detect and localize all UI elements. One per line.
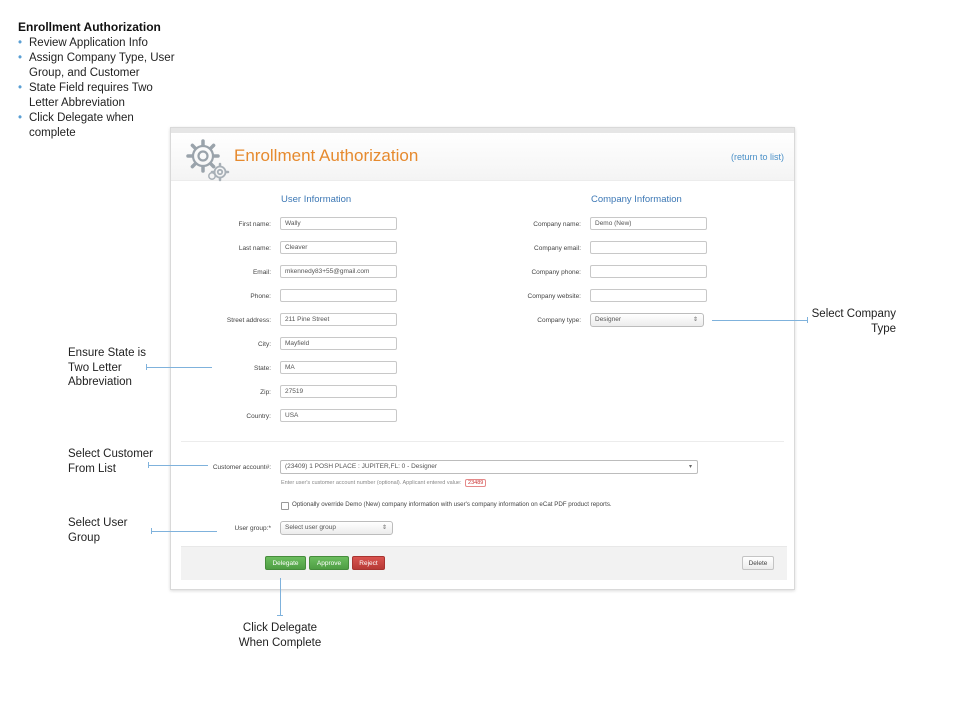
override-checkbox[interactable] bbox=[281, 502, 289, 510]
page-title: Enrollment Authorization bbox=[234, 146, 419, 165]
first-name-input[interactable] bbox=[280, 217, 397, 230]
annotation-delegate: Click Delegate When Complete bbox=[238, 622, 322, 649]
app-header: Enrollment Authorization (return to list… bbox=[171, 133, 794, 182]
delegate-button[interactable]: Delegate bbox=[265, 556, 306, 570]
chevron-down-icon: ▾ bbox=[688, 464, 692, 470]
customer-account-help: Enter user's customer account number (op… bbox=[281, 479, 487, 487]
email-input[interactable] bbox=[280, 265, 397, 278]
company-email-input[interactable] bbox=[590, 241, 707, 254]
customer-help-text: Enter user's customer account number (op… bbox=[281, 480, 462, 486]
company-website-label: Company website: bbox=[527, 293, 581, 300]
annotation-line bbox=[712, 320, 808, 321]
state-input[interactable] bbox=[280, 361, 397, 374]
annotation-state: Ensure State is Two Letter Abbreviation bbox=[68, 347, 146, 388]
annotation-customer: Select Customer From List bbox=[68, 448, 154, 475]
section-divider bbox=[181, 441, 784, 442]
annotation-line bbox=[151, 531, 217, 532]
user-info-section-title: User Information bbox=[281, 194, 352, 205]
zip-input[interactable] bbox=[280, 385, 397, 398]
street-address-label: Street address: bbox=[226, 317, 271, 324]
override-text: Optionally override Demo (New) company i… bbox=[292, 501, 612, 508]
action-bar: Delegate Approve Reject Delete bbox=[181, 546, 787, 580]
company-info-section-title: Company Information bbox=[591, 194, 682, 205]
street-address-input[interactable] bbox=[280, 313, 397, 326]
annotation-line bbox=[280, 578, 281, 615]
user-group-placeholder: Select user group bbox=[285, 524, 336, 531]
annotation-tick bbox=[148, 462, 149, 468]
company-phone-label: Company phone: bbox=[531, 269, 581, 276]
last-name-input[interactable] bbox=[280, 241, 397, 254]
annotation-line bbox=[146, 367, 212, 368]
annotation-company-type: Select Company Type bbox=[811, 308, 896, 335]
approve-button[interactable]: Approve bbox=[309, 556, 349, 570]
instruction-step: State Field requires Two Letter Abbrevia… bbox=[18, 81, 178, 111]
company-type-label: Company type: bbox=[537, 317, 581, 324]
instruction-step: Click Delegate when complete bbox=[18, 111, 178, 141]
last-name-label: Last name: bbox=[238, 245, 271, 252]
return-to-list-link[interactable]: (return to list) bbox=[731, 152, 784, 162]
instruction-step: Assign Company Type, User Group, and Cus… bbox=[18, 51, 178, 81]
company-name-input[interactable] bbox=[590, 217, 707, 230]
gears-icon bbox=[186, 139, 230, 182]
reject-button[interactable]: Reject bbox=[352, 556, 385, 570]
chevron-updown-icon: ⇕ bbox=[692, 317, 698, 323]
company-phone-input[interactable] bbox=[590, 265, 707, 278]
annotation-line bbox=[148, 465, 208, 466]
annotation-tick bbox=[151, 528, 152, 534]
annotation-user-group: Select User Group bbox=[68, 517, 128, 544]
annotation-tick bbox=[807, 317, 808, 323]
phone-label: Phone: bbox=[250, 293, 271, 300]
zip-label: Zip: bbox=[260, 389, 271, 396]
first-name-label: First name: bbox=[238, 221, 271, 228]
company-type-value: Designer bbox=[595, 316, 622, 323]
country-input[interactable] bbox=[280, 409, 397, 422]
customer-account-select[interactable]: (23409) 1 POSH PLACE : JUPITER,FL: 0 - D… bbox=[280, 460, 698, 474]
city-input[interactable] bbox=[280, 337, 397, 350]
company-type-select[interactable]: Designer ⇕ bbox=[590, 313, 704, 327]
company-website-input[interactable] bbox=[590, 289, 707, 302]
user-group-select[interactable]: Select user group ⇕ bbox=[280, 521, 393, 535]
enrollment-window: Enrollment Authorization (return to list… bbox=[170, 127, 795, 590]
annotation-tick bbox=[146, 364, 147, 370]
delete-button[interactable]: Delete bbox=[742, 556, 774, 570]
instructions-title: Enrollment Authorization bbox=[18, 20, 161, 34]
instructions-list: Review Application Info Assign Company T… bbox=[18, 36, 178, 141]
company-email-label: Company email: bbox=[534, 245, 581, 252]
chevron-updown-icon: ⇕ bbox=[381, 525, 387, 531]
customer-account-value: (23409) 1 POSH PLACE : JUPITER,FL: 0 - D… bbox=[285, 463, 438, 470]
email-label: Email: bbox=[252, 269, 271, 276]
entered-value-badge: 23489 bbox=[465, 479, 487, 487]
instruction-step: Review Application Info bbox=[18, 36, 178, 51]
country-label: Country: bbox=[246, 413, 271, 420]
phone-input[interactable] bbox=[280, 289, 397, 302]
annotation-tick bbox=[277, 615, 283, 616]
company-name-label: Company name: bbox=[533, 221, 581, 228]
city-label: City: bbox=[258, 341, 271, 348]
